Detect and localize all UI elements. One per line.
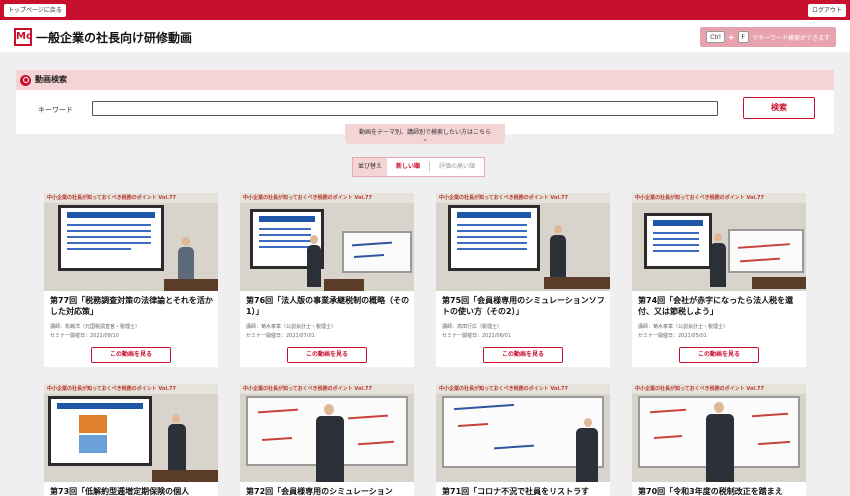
video-speaker: 講師：高田行広（税理士） (442, 324, 503, 330)
video-card[interactable]: 中小企業の社長が知っておくべき税務のポイント Vol.77 第75回「会員様専用… (436, 193, 610, 367)
video-speaker: 講師：菊水孝章（公認会計士・税理士） (638, 324, 729, 330)
video-title[interactable]: 第73回「低解約型逓増定期保険の個人 (50, 486, 214, 496)
speaker-figure (706, 414, 734, 482)
site-title: 一般企業の社長向け研修動画 (36, 31, 193, 45)
back-to-top-button[interactable]: トップページに戻る (4, 4, 66, 17)
video-thumbnail[interactable]: 中小企業の社長が知っておくべき税務のポイント Vol.77 (44, 193, 218, 291)
video-search-heading: 動画検索 (35, 75, 67, 84)
video-card[interactable]: 中小企業の社長が知っておくべき税務のポイント Vol.77 第70回「令和3年度… (632, 384, 806, 496)
f-key-icon: F (737, 31, 749, 43)
watch-video-button[interactable]: この動画を見る (679, 347, 759, 363)
speaker-figure (316, 416, 344, 482)
video-date: セミナー開催日：2021/07/01 (246, 333, 315, 339)
watch-video-button[interactable]: この動画を見る (91, 347, 171, 363)
video-search-header: 動画検索 (16, 70, 834, 90)
video-title[interactable]: 第75回「会員様専用のシミュレーションソフトの使い方（その2）」 (442, 295, 606, 317)
sort-option-newest[interactable]: 新しい順 (387, 158, 429, 176)
video-speaker: 講師：菊水孝章（公認会計士・税理士） (246, 324, 337, 330)
video-thumbnail[interactable]: 中小企業の社長が知っておくべき税務のポイント Vol.77 (436, 384, 610, 482)
sort-bar: 並び替え 新しい順 評価の高い順 (352, 157, 486, 177)
watch-video-button[interactable]: この動画を見る (483, 347, 563, 363)
video-thumbnail[interactable]: 中小企業の社長が知っておくべき税務のポイント Vol.77 (436, 193, 610, 291)
video-title[interactable]: 第76回「法人版の事業承継税制の概略（その1）」 (246, 295, 410, 317)
video-card[interactable]: 中小企業の社長が知っておくべき税務のポイント Vol.77 第77回「税務調査対… (44, 193, 218, 367)
thumbnail-banner: 中小企業の社長が知っておくべき税務のポイント Vol.77 (436, 193, 610, 203)
video-card[interactable]: 中小企業の社長が知っておくべき税務のポイント Vol.77 第74回「会社が赤字… (632, 193, 806, 367)
video-thumbnail[interactable]: 中小企業の社長が知っておくべき税務のポイント Vol.77 (632, 193, 806, 291)
speaker-figure (550, 235, 566, 283)
speaker-figure (178, 247, 194, 283)
keyword-label: キーワード (38, 106, 73, 114)
video-title[interactable]: 第70回「令和3年度の税制改正を踏まえ (638, 486, 802, 496)
video-title[interactable]: 第77回「税務調査対策の法律論とそれを活かした対応策」 (50, 295, 214, 317)
plus-icon: + (727, 32, 735, 42)
speaker-figure (710, 243, 726, 287)
thumbnail-banner: 中小企業の社長が知っておくべき税務のポイント Vol.77 (240, 384, 414, 394)
presentation-screen (644, 213, 712, 269)
site-header: Mc 一般企業の社長向け研修動画 Ctrl + F でキーワード検索ができます (0, 20, 850, 52)
speaker-figure (576, 428, 598, 482)
whiteboard (342, 231, 412, 273)
video-card[interactable]: 中小企業の社長が知っておくべき税務のポイント Vol.77 第76回「法人版の事… (240, 193, 414, 367)
speaker-figure (307, 245, 321, 287)
thumbnail-banner: 中小企業の社長が知っておくべき税務のポイント Vol.77 (632, 384, 806, 394)
presentation-screen (58, 205, 164, 271)
thumbnail-banner: 中小企業の社長が知っておくべき税務のポイント Vol.77 (436, 384, 610, 394)
search-button[interactable]: 検索 (743, 97, 815, 119)
watch-video-button[interactable]: この動画を見る (287, 347, 367, 363)
thumbnail-banner: 中小企業の社長が知っておくべき税務のポイント Vol.77 (44, 384, 218, 394)
chevron-down-icon: ⌄ (422, 135, 428, 143)
video-title[interactable]: 第74回「会社が赤字になったら法人税を還付、又は節税しよう」 (638, 295, 802, 317)
sort-label: 並び替え (353, 158, 388, 176)
site-logo[interactable]: Mc (14, 28, 32, 46)
video-title[interactable]: 第71回「コロナ不況で社員をリストラす (442, 486, 606, 496)
ctrl-key-icon: Ctrl (706, 31, 725, 43)
video-title[interactable]: 第72回「会員様専用のシミュレーション (246, 486, 410, 496)
video-date: セミナー開催日：2021/08/10 (50, 333, 119, 339)
video-card[interactable]: 中小企業の社長が知っておくべき税務のポイント Vol.77 第71回「コロナ不況… (436, 384, 610, 496)
video-thumbnail[interactable]: 中小企業の社長が知っておくべき税務のポイント Vol.77 (44, 384, 218, 482)
video-card[interactable]: 中小企業の社長が知っておくべき税務のポイント Vol.77 第72回「会員様専用… (240, 384, 414, 496)
thumbnail-banner: 中小企業の社長が知っておくべき税務のポイント Vol.77 (44, 193, 218, 203)
keyboard-search-hint: Ctrl + F でキーワード検索ができます (700, 27, 836, 47)
logout-button[interactable]: ログアウト (807, 4, 846, 17)
video-date: セミナー開催日：2021/05/01 (638, 333, 707, 339)
video-card[interactable]: 中小企業の社長が知っておくべき税務のポイント Vol.77 第73回「低解約型逓… (44, 384, 218, 496)
thumbnail-banner: 中小企業の社長が知っておくべき税務のポイント Vol.77 (632, 193, 806, 203)
presentation-screen (448, 205, 540, 271)
sort-option-rating[interactable]: 評価の高い順 (430, 158, 484, 176)
video-date: セミナー開催日：2021/06/01 (442, 333, 511, 339)
video-speaker: 講師：松嶋洋（元国税調査官・税理士） (50, 324, 141, 330)
video-thumbnail[interactable]: 中小企業の社長が知っておくべき税務のポイント Vol.77 (240, 384, 414, 482)
presentation-screen (48, 396, 152, 466)
theme-speaker-search-toggle[interactable]: 動画をテーマ別、講師別で検索したい方はこちら ⌄ (345, 124, 505, 144)
video-thumbnail[interactable]: 中小企業の社長が知っておくべき税務のポイント Vol.77 (240, 193, 414, 291)
top-bar: トップページに戻る ログアウト (0, 0, 850, 20)
keyboard-hint-text: でキーワード検索ができます (751, 34, 830, 42)
video-thumbnail[interactable]: 中小企業の社長が知っておくべき税務のポイント Vol.77 (632, 384, 806, 482)
keyword-input[interactable] (92, 101, 718, 116)
whiteboard (728, 229, 804, 273)
speaker-figure (168, 424, 186, 474)
search-icon (20, 75, 31, 86)
thumbnail-banner: 中小企業の社長が知っておくべき税務のポイント Vol.77 (240, 193, 414, 203)
